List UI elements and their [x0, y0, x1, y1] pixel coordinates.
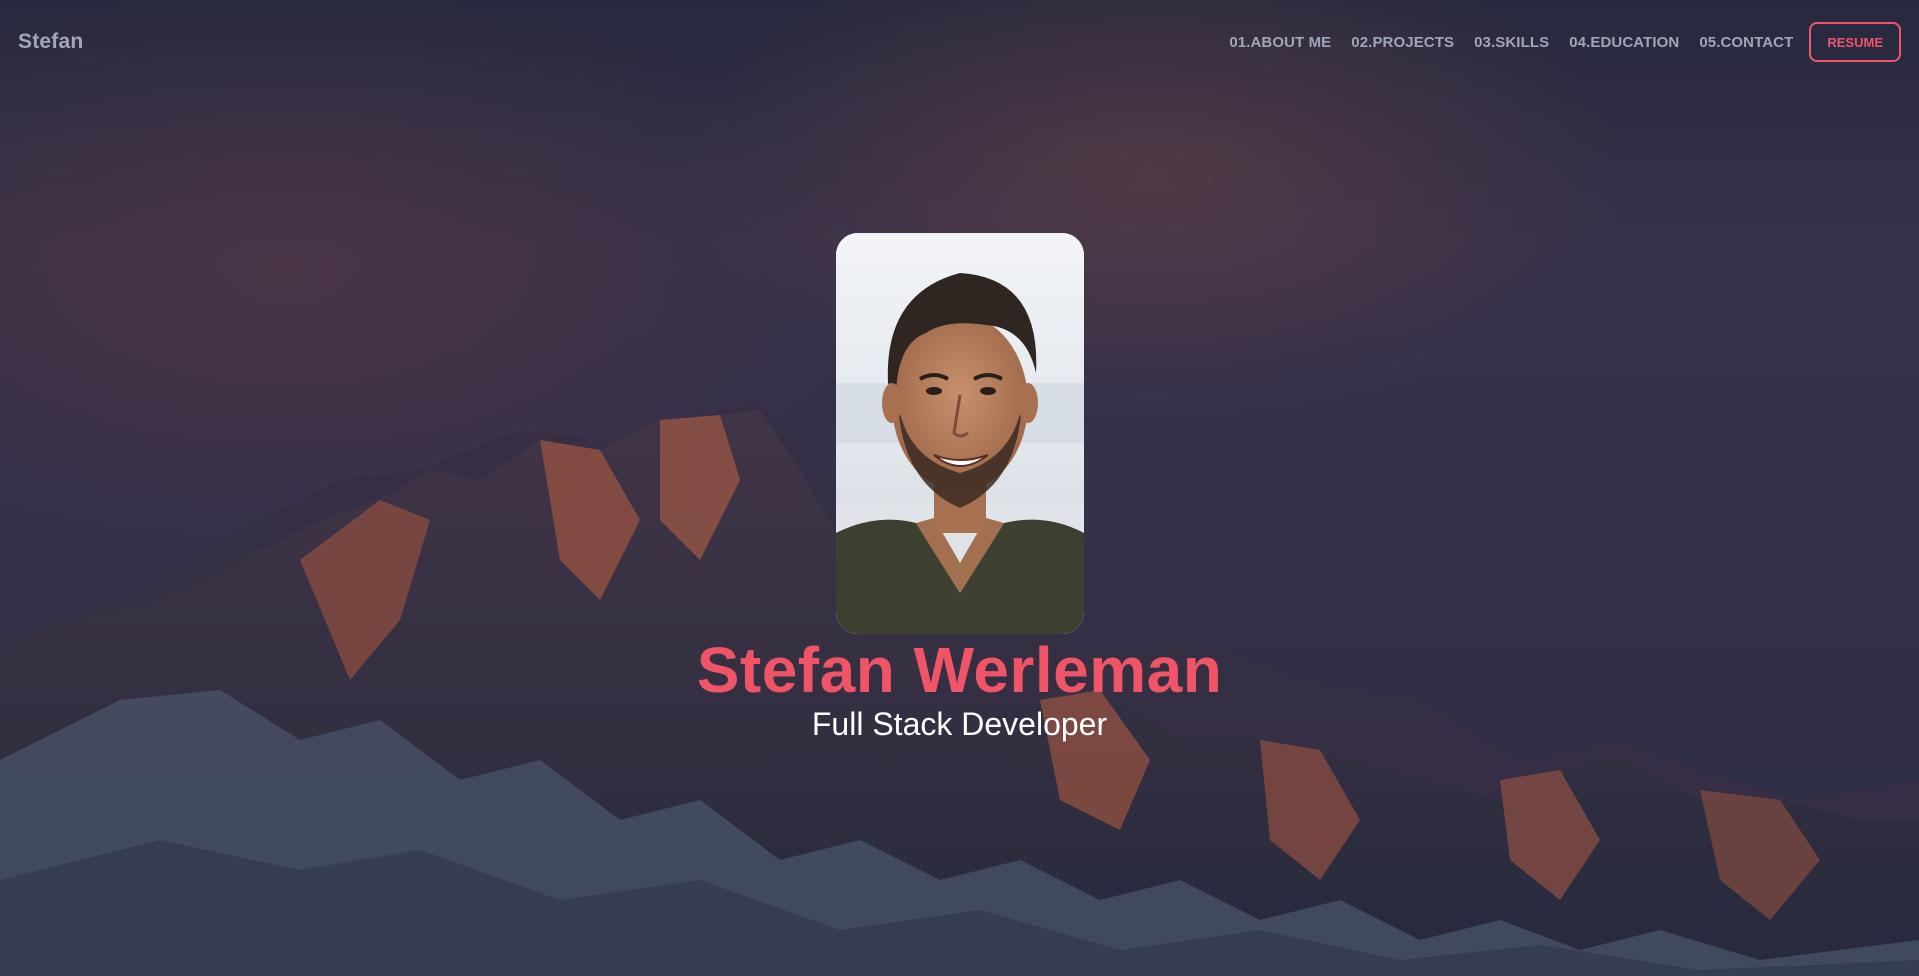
resume-button[interactable]: RESUME [1809, 22, 1901, 62]
profile-photo [836, 233, 1084, 634]
nav-link-contact[interactable]: 05.CONTACT [1699, 34, 1793, 51]
nav-link-projects[interactable]: 02.PROJECTS [1351, 34, 1454, 51]
brand-logo-link[interactable]: Stefan [18, 30, 83, 54]
nav-links: 01.ABOUT ME 02.PROJECTS 03.SKILLS 04.EDU… [1209, 22, 1901, 62]
nav-link-education[interactable]: 04.EDUCATION [1569, 34, 1679, 51]
hero-name: Stefan Werleman [696, 634, 1223, 706]
nav-link-skills[interactable]: 03.SKILLS [1474, 34, 1549, 51]
hero-role: Full Stack Developer [811, 706, 1108, 742]
navbar: Stefan 01.ABOUT ME 02.PROJECTS 03.SKILLS… [0, 0, 1919, 84]
profile-photo-image [836, 233, 1084, 634]
nav-link-about-me[interactable]: 01.ABOUT ME [1229, 34, 1331, 51]
